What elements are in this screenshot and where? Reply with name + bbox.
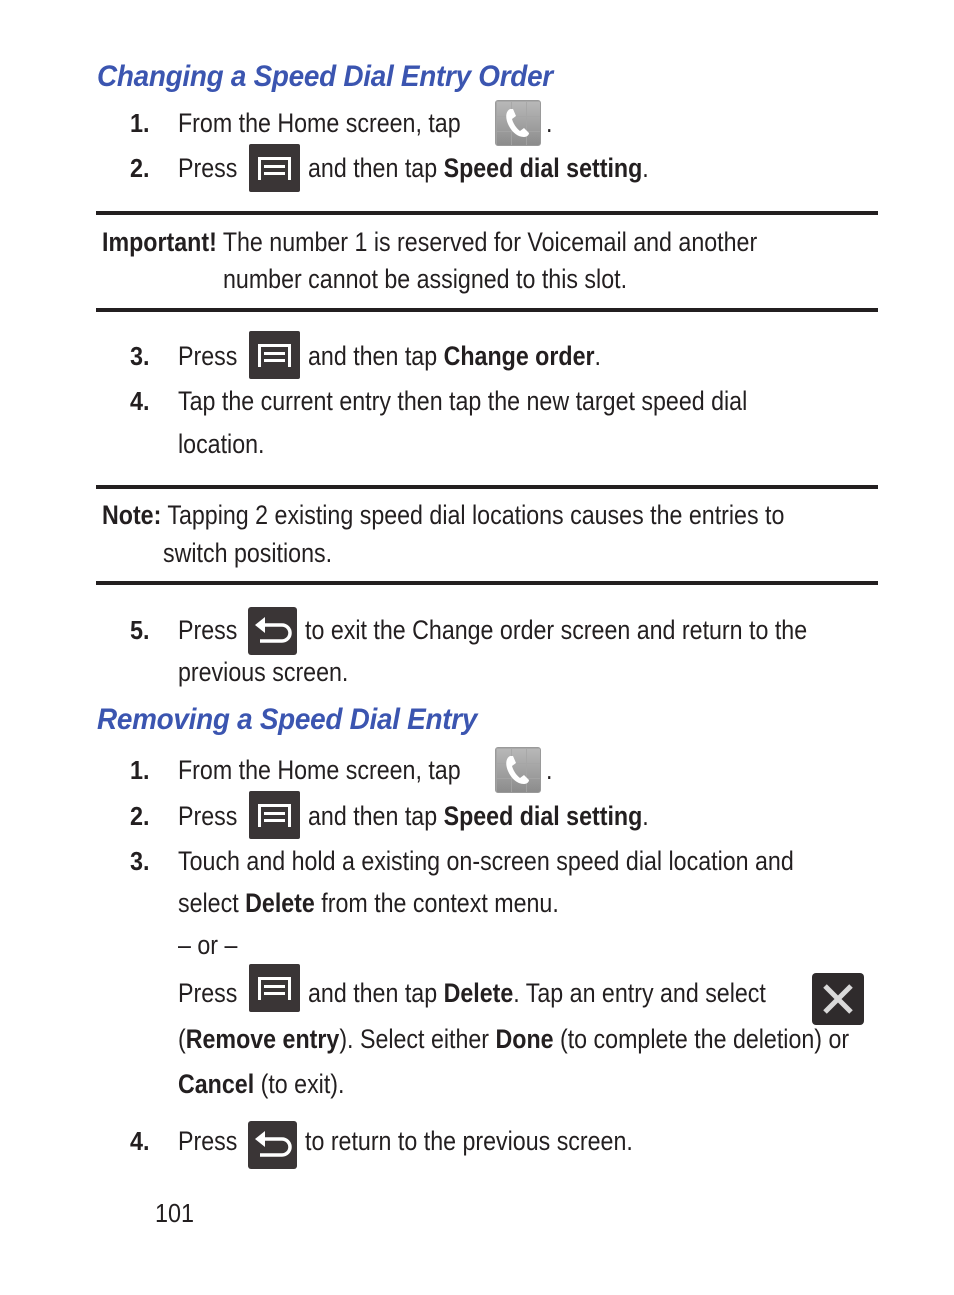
step-text-period: . bbox=[546, 755, 553, 785]
step-number: 1. bbox=[130, 108, 150, 138]
step-text: Press bbox=[178, 978, 238, 1008]
section-heading-remove-entry: Removing a Speed Dial Entry bbox=[97, 703, 478, 736]
paren: ( bbox=[178, 1024, 186, 1054]
back-icon bbox=[248, 607, 297, 655]
step-text-mid: ). Select either bbox=[339, 1024, 490, 1054]
step-text: and then tap Delete. Tap an entry and se… bbox=[308, 976, 766, 1010]
step-bold-cancel: Cancel bbox=[178, 1069, 255, 1099]
step-bold-speed-dial-setting: Speed dial setting bbox=[443, 153, 643, 183]
menu-icon bbox=[249, 331, 300, 379]
step-number: 2. bbox=[130, 801, 150, 831]
menu-icon bbox=[249, 144, 300, 192]
step-text: to return to the previous screen. bbox=[305, 1126, 633, 1156]
step-text: to exit the Change order screen and retu… bbox=[305, 615, 808, 645]
step-text: and then tap Change order. bbox=[308, 339, 601, 373]
step-text-line5: (Remove entry). Select either Done (to c… bbox=[178, 1022, 849, 1056]
note-text: Tapping 2 existing speed dial locations … bbox=[167, 500, 785, 530]
step-text-mid: and then tap bbox=[308, 153, 438, 183]
step-text-line2: select Delete from the context menu. bbox=[178, 886, 559, 920]
step-text: From the Home screen, tap bbox=[178, 108, 461, 138]
divider-rule bbox=[96, 581, 878, 585]
step-bold-change-order: Change order bbox=[443, 341, 595, 371]
important-note: Important! The number 1 is reserved for … bbox=[102, 225, 757, 259]
section-heading-change-order: Changing a Speed Dial Entry Order bbox=[97, 60, 553, 93]
note-text-line2: switch positions. bbox=[163, 538, 333, 568]
note: Note: Tapping 2 existing speed dial loca… bbox=[102, 498, 784, 532]
note-label: Note: bbox=[102, 500, 162, 530]
phone-icon bbox=[495, 747, 541, 793]
step-text: Press bbox=[178, 801, 238, 831]
step-number: 1. bbox=[130, 755, 150, 785]
step-text: and then tap Speed dial setting. bbox=[308, 151, 649, 185]
or-separator: – or – bbox=[178, 930, 238, 960]
step-bold-speed-dial-setting: Speed dial setting bbox=[443, 801, 643, 831]
step-text-period: . bbox=[594, 341, 602, 371]
back-icon bbox=[248, 1121, 297, 1169]
step-text: Press bbox=[178, 615, 238, 645]
step-text-mid: and then tap bbox=[308, 341, 438, 371]
menu-icon bbox=[249, 964, 300, 1012]
step-bold-delete: Delete bbox=[245, 888, 315, 918]
step-number: 2. bbox=[130, 153, 150, 183]
step-text: Tap the current entry then tap the new t… bbox=[178, 386, 748, 416]
page-number: 101 bbox=[155, 1198, 195, 1228]
important-label: Important! bbox=[102, 227, 217, 257]
step-text: and then tap Speed dial setting. bbox=[308, 799, 649, 833]
step-number: 3. bbox=[130, 846, 150, 876]
step-text: Press bbox=[178, 341, 238, 371]
important-text-line2: number cannot be assigned to this slot. bbox=[223, 264, 628, 294]
step-text-pre: select bbox=[178, 888, 239, 918]
step-text-mid: and then tap bbox=[308, 801, 438, 831]
menu-icon bbox=[249, 791, 300, 839]
step-text-mid: and then tap bbox=[308, 978, 438, 1008]
step-number: 4. bbox=[130, 1126, 150, 1156]
step-text-period: . bbox=[642, 801, 649, 831]
step-text: From the Home screen, tap bbox=[178, 755, 461, 785]
step-text-line2: location. bbox=[178, 429, 265, 459]
step-text-period: . bbox=[642, 153, 649, 183]
step-text: Press bbox=[178, 153, 238, 183]
step-text-post: (to exit). bbox=[260, 1069, 345, 1099]
step-bold-delete: Delete bbox=[443, 978, 514, 1008]
step-bold-remove-entry: Remove entry bbox=[185, 1024, 340, 1054]
step-number: 5. bbox=[130, 615, 150, 645]
step-text: Press bbox=[178, 1126, 238, 1156]
important-text: The number 1 is reserved for Voicemail a… bbox=[222, 227, 758, 257]
step-number: 4. bbox=[130, 386, 150, 416]
step-text-post: . Tap an entry and select bbox=[513, 978, 766, 1008]
divider-rule bbox=[96, 211, 878, 215]
step-text-post: (to complete the deletion) or bbox=[560, 1024, 850, 1054]
step-number: 3. bbox=[130, 341, 150, 371]
step-text-period: . bbox=[546, 108, 553, 138]
step-text: Touch and hold a existing on-screen spee… bbox=[178, 846, 794, 876]
step-text-line6: Cancel (to exit). bbox=[178, 1067, 344, 1101]
step-text-post: from the context menu. bbox=[321, 888, 559, 918]
phone-icon bbox=[495, 100, 541, 146]
step-text-line2: previous screen. bbox=[178, 657, 349, 687]
divider-rule bbox=[96, 308, 878, 312]
divider-rule bbox=[96, 485, 878, 489]
close-x-icon bbox=[812, 973, 864, 1025]
step-bold-done: Done bbox=[495, 1024, 554, 1054]
